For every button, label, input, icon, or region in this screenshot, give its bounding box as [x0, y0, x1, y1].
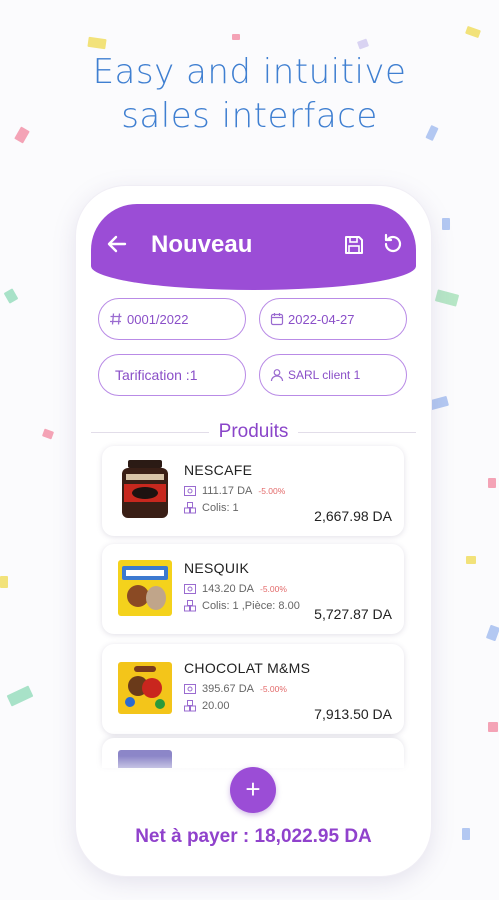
section-title-label: Produits [208, 421, 299, 442]
quantity-row: Colis: 1 [184, 502, 239, 514]
product-image-nescafe [116, 458, 174, 520]
line-total: 2,667.98 DA [314, 508, 392, 524]
line-total: 7,913.50 DA [314, 706, 392, 722]
discount: -5.00% [258, 486, 286, 496]
quantity: Colis: 1 ,Pièce: 8.00 [202, 600, 300, 612]
product-image-nesquik [116, 556, 174, 618]
floppy-disk-icon[interactable] [343, 234, 365, 261]
section-title: Produits [76, 421, 431, 443]
date-field[interactable]: 2022-04-27 [259, 298, 407, 340]
product-name: NESQUIK [184, 560, 250, 576]
quantity-row: Colis: 1 ,Pièce: 8.00 [184, 600, 300, 612]
product-name: CHOCOLAT M&MS [184, 660, 311, 676]
tarification-value: Tarification :1 [115, 367, 198, 383]
page-title: Nouveau [151, 231, 253, 258]
quantity-row: 20.00 [184, 700, 230, 712]
phone-frame: Nouveau 0001/2022 2022-04-27 Tarificatio… [76, 186, 431, 876]
refresh-icon[interactable] [381, 232, 405, 261]
boxes-icon [184, 600, 196, 612]
price-row: 395.67 DA -5.00% [184, 683, 287, 695]
line-total: 5,727.87 DA [314, 606, 392, 622]
boxes-icon [184, 700, 196, 712]
product-card[interactable]: NESQUIK 143.20 DA -5.00% Colis: 1 ,Pièce… [102, 544, 404, 634]
app-bar: Nouveau [91, 204, 416, 290]
unit-price: 395.67 DA [202, 683, 254, 695]
price-row: 111.17 DA -5.00% [184, 485, 285, 497]
product-name: NESCAFE [184, 462, 253, 478]
date-value: 2022-04-27 [288, 311, 355, 327]
headline-line-1: Easy and intuitive [92, 52, 407, 92]
arrow-left-icon[interactable] [105, 232, 129, 256]
discount: -5.00% [259, 684, 287, 694]
add-product-button[interactable]: + [230, 767, 276, 813]
client-field[interactable]: SARL client 1 [259, 354, 407, 396]
document-number-value: 0001/2022 [127, 311, 189, 327]
document-number-field[interactable]: 0001/2022 [98, 298, 246, 340]
hash-icon [110, 313, 122, 325]
price-row: 143.20 DA -5.00% [184, 583, 287, 595]
headline: Easy and intuitive sales interface [0, 50, 499, 138]
client-value: SARL client 1 [288, 368, 361, 382]
price-icon [184, 486, 196, 496]
product-card[interactable]: CHOCOLAT M&MS 395.67 DA -5.00% 20.00 7,9… [102, 644, 404, 734]
price-icon [184, 684, 196, 694]
discount: -5.00% [259, 584, 287, 594]
net-to-pay: Net à payer : 18,022.95 DA [135, 826, 372, 847]
boxes-icon [184, 502, 196, 514]
headline-line-2: sales interface [121, 96, 378, 136]
product-image-mms [116, 656, 174, 718]
product-card[interactable]: NESCAFE 111.17 DA -5.00% Colis: 1 2,667.… [102, 446, 404, 536]
user-icon [270, 369, 284, 382]
unit-price: 143.20 DA [202, 583, 254, 595]
calendar-icon [270, 313, 284, 326]
tarification-field[interactable]: Tarification :1 [98, 354, 246, 396]
price-icon [184, 584, 196, 594]
unit-price: 111.17 DA [202, 485, 253, 497]
quantity: 20.00 [202, 700, 230, 712]
quantity: Colis: 1 [202, 502, 239, 514]
